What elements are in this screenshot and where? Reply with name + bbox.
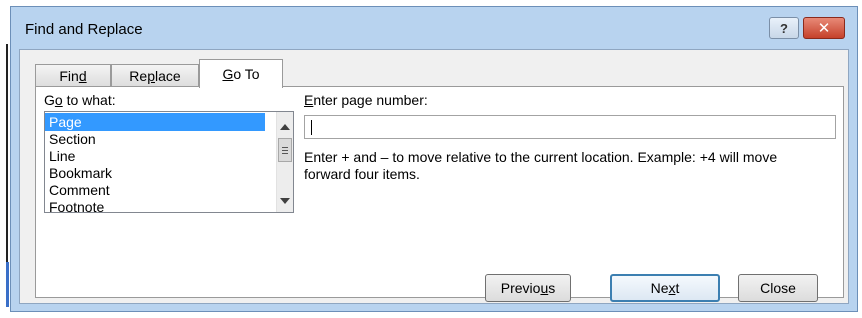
tab-replace-accel: p — [147, 68, 155, 84]
tab-replace-label: Re — [129, 68, 148, 84]
list-item-bookmark[interactable]: Bookmark — [45, 164, 265, 182]
scroll-up-icon[interactable] — [280, 124, 290, 130]
dialog-title: Find and Replace — [25, 21, 143, 38]
go-to-what-list[interactable]: Page Section Line Bookmark Comment Footn… — [44, 111, 294, 213]
tab-find-label: Fin — [59, 68, 79, 84]
tab-replace[interactable]: Re p lace — [111, 64, 199, 87]
list-item-footnote[interactable]: Footnote — [45, 198, 265, 212]
tab-go-to[interactable]: Go To — [199, 59, 283, 88]
close-button[interactable]: Close — [738, 274, 818, 302]
close-window-button[interactable]: ✕ — [803, 17, 845, 39]
grip-line — [282, 147, 288, 148]
list-item-page[interactable]: Page — [45, 113, 265, 131]
background-document-edge — [6, 44, 8, 274]
tab-goto-label: o To — [233, 66, 260, 82]
tab-goto-accel: G — [222, 66, 234, 82]
scroll-thumb[interactable] — [278, 138, 292, 162]
list-item-comment[interactable]: Comment — [45, 181, 265, 199]
list-scrollbar[interactable] — [276, 112, 293, 212]
tab-find[interactable]: Fin d — [35, 64, 111, 87]
find-replace-dialog: Find and Replace ? ✕ Fin d Re p lace Go To … — [10, 6, 858, 312]
previous-button[interactable]: Previo u s — [485, 274, 571, 302]
title-bar[interactable]: Find and Replace ? ✕ — [11, 7, 857, 49]
scroll-down-icon[interactable] — [280, 198, 290, 204]
background-accent — [6, 262, 9, 307]
help-button[interactable]: ? — [769, 17, 799, 39]
go-to-panel: Go to what: Page Section Line Bookmark C… — [35, 86, 844, 298]
tab-replace-label-rest: lace — [155, 68, 181, 84]
grip-line — [282, 150, 288, 151]
page-number-label: Enter page number: — [304, 92, 428, 108]
next-button[interactable]: Ne x t — [610, 274, 720, 302]
list-item-section[interactable]: Section — [45, 130, 265, 148]
text-caret — [311, 120, 312, 135]
go-to-what-label: Go to what: — [44, 92, 116, 108]
page-number-input[interactable] — [304, 115, 836, 139]
navigation-hint: Enter + and – to move relative to the cu… — [304, 149, 778, 182]
question-mark-icon: ? — [780, 20, 788, 36]
grip-line — [282, 153, 288, 154]
dialog-body: Fin d Re p lace Go To Go to what: Page Sect… — [19, 49, 849, 304]
list-item-line[interactable]: Line — [45, 147, 265, 165]
close-icon: ✕ — [817, 20, 831, 37]
tab-find-accel: d — [78, 68, 87, 84]
